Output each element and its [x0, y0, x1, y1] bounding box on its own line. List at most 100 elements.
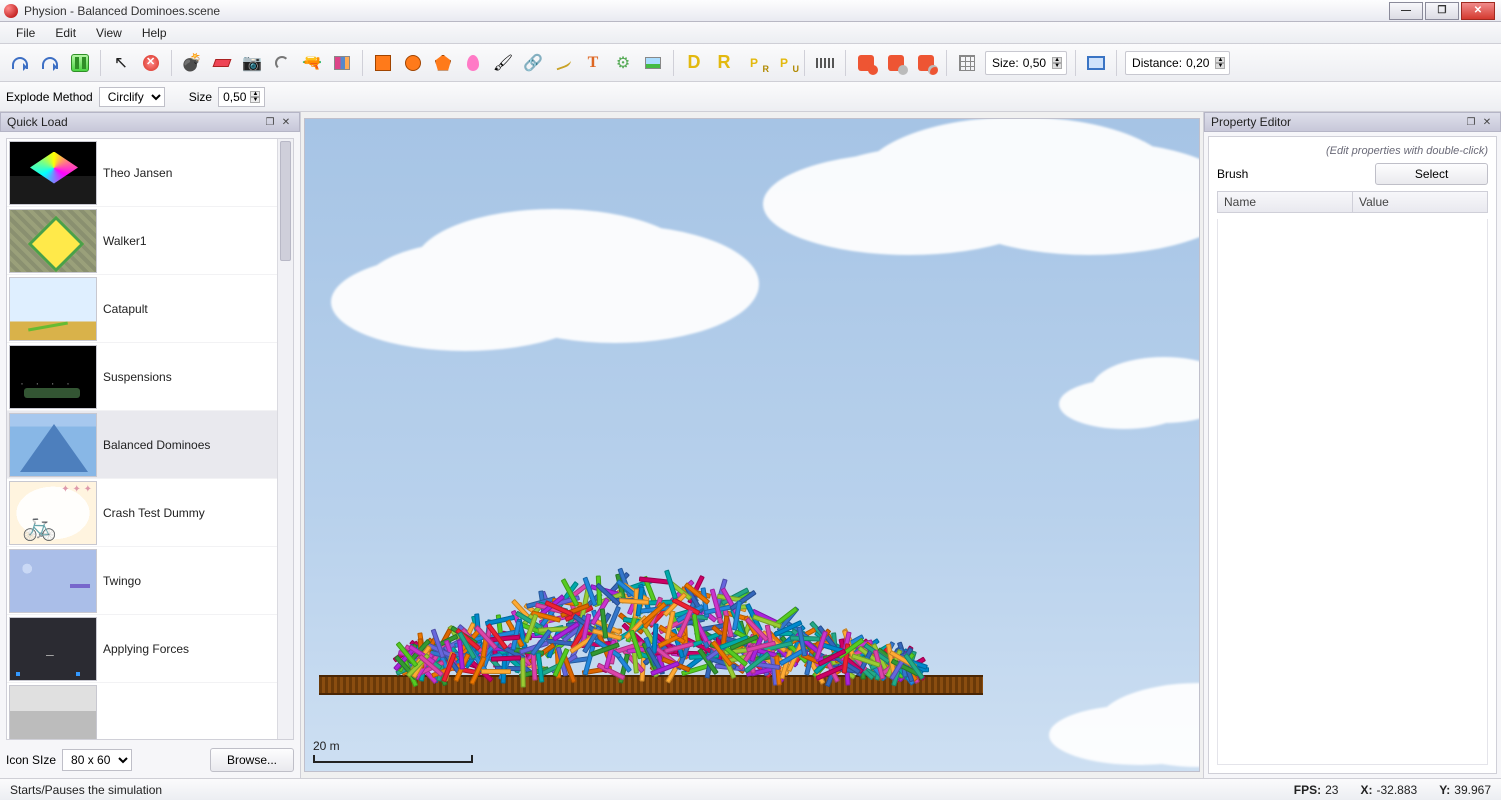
image-tool[interactable] — [639, 49, 667, 77]
maximize-button[interactable]: ❐ — [1425, 2, 1459, 20]
iconsize-select[interactable]: 80 x 60 — [62, 749, 132, 771]
status-fps: FPS:23 — [1294, 783, 1339, 797]
scene-viewport[interactable]: 20 m — [304, 118, 1200, 772]
cloud-decoration — [365, 239, 625, 329]
brush-select-button[interactable]: Select — [1375, 163, 1488, 185]
quick-load-undock[interactable]: ❐ — [263, 115, 277, 129]
property-editor-panel: Property Editor ❐ ✕ (Edit properties wit… — [1203, 112, 1501, 778]
brush-tool[interactable]: 🖌 — [489, 49, 517, 77]
quick-load-thumb — [9, 277, 97, 341]
circle-tool[interactable] — [399, 49, 427, 77]
status-hint: Starts/Pauses the simulation — [10, 783, 162, 797]
pr-button[interactable]: PR — [740, 49, 768, 77]
bomb-tool[interactable]: 💣 — [178, 49, 206, 77]
explode-size-value: 0,50 — [223, 90, 246, 104]
property-table-body — [1217, 219, 1488, 765]
cloud-decoration — [809, 145, 1089, 235]
app-icon — [4, 4, 18, 18]
quick-load-item[interactable]: Walker1 — [7, 207, 277, 275]
cloud-decoration — [1059, 379, 1189, 429]
arc-tool[interactable] — [268, 49, 296, 77]
window-titlebar: Physion - Balanced Dominoes.scene — ❐ ✕ — [0, 0, 1501, 22]
menu-edit[interactable]: Edit — [45, 24, 86, 42]
quick-load-item[interactable] — [7, 683, 277, 739]
screen-button[interactable] — [1082, 49, 1110, 77]
close-button[interactable]: ✕ — [1461, 2, 1495, 20]
property-col-value: Value — [1353, 192, 1487, 212]
quick-load-item[interactable]: Catapult — [7, 275, 277, 343]
quick-load-item[interactable]: Twingo — [7, 547, 277, 615]
csg-intersect[interactable] — [912, 49, 940, 77]
quick-load-thumb — [9, 345, 97, 409]
play-pause-button[interactable] — [66, 49, 94, 77]
distance-box[interactable]: Distance: 0,20 ▲▼ — [1125, 51, 1230, 75]
menu-help[interactable]: Help — [132, 24, 177, 42]
quick-load-item[interactable]: Crash Test Dummy — [7, 479, 277, 547]
csg-diff[interactable] — [882, 49, 910, 77]
explode-method-select[interactable]: Circlify — [99, 87, 165, 107]
quick-load-label: Walker1 — [103, 234, 147, 248]
quick-load-list: Theo Jansen Walker1 CatapultSuspensions Bal… — [6, 138, 294, 740]
rope-tool[interactable] — [549, 49, 577, 77]
rectangle-tool[interactable] — [369, 49, 397, 77]
eraser-tool[interactable] — [208, 49, 236, 77]
distance-spinner[interactable]: ▲▼ — [1215, 57, 1225, 69]
minimize-button[interactable]: — — [1389, 2, 1423, 20]
browse-button[interactable]: Browse... — [210, 748, 294, 772]
grid-toggle[interactable] — [953, 49, 981, 77]
property-editor-hint: (Edit properties with double-click) — [1217, 145, 1488, 157]
camera-tool[interactable]: 📷 — [238, 49, 266, 77]
quick-load-thumb — [9, 617, 97, 681]
brush-label: Brush — [1217, 167, 1248, 181]
delete-tool[interactable] — [137, 49, 165, 77]
quick-load-item[interactable]: Balanced Dominoes — [7, 411, 277, 479]
polygon-tool[interactable] — [429, 49, 457, 77]
property-editor-header: Property Editor ❐ ✕ — [1204, 112, 1501, 132]
d-button[interactable]: D — [680, 49, 708, 77]
select-tool[interactable]: ↖ — [107, 49, 135, 77]
window-title: Physion - Balanced Dominoes.scene — [24, 4, 220, 18]
gear-tool[interactable]: ⚙ — [609, 49, 637, 77]
quick-load-item[interactable]: Suspensions — [7, 343, 277, 411]
csg-union[interactable] — [852, 49, 880, 77]
status-x: X:-32.883 — [1360, 783, 1417, 797]
quick-load-thumb — [9, 481, 97, 545]
quick-load-item[interactable]: Theo Jansen — [7, 139, 277, 207]
distance-value: 0,20 — [1186, 56, 1209, 70]
quick-load-thumb — [9, 209, 97, 273]
grid-size-box[interactable]: Size: 0,50 ▲▼ — [985, 51, 1067, 75]
explode-label: Explode Method — [6, 90, 93, 104]
quick-load-title: Quick Load — [7, 115, 68, 129]
quick-load-header: Quick Load ❐ ✕ — [0, 112, 300, 132]
r-button[interactable]: R — [710, 49, 738, 77]
grid-size-spinner[interactable]: ▲▼ — [1052, 57, 1062, 69]
spring-tool[interactable] — [811, 49, 839, 77]
quick-load-scrollbar[interactable] — [277, 139, 293, 739]
menu-view[interactable]: View — [86, 24, 132, 42]
quick-load-thumb — [9, 413, 97, 477]
quick-load-close[interactable]: ✕ — [279, 115, 293, 129]
redo-button[interactable] — [36, 49, 64, 77]
menu-bar: File Edit View Help — [0, 22, 1501, 44]
property-editor-undock[interactable]: ❐ — [1464, 115, 1478, 129]
grid-size-label: Size: — [992, 56, 1019, 70]
gun-tool[interactable]: 🔫 — [298, 49, 326, 77]
undo-button[interactable] — [6, 49, 34, 77]
quick-load-panel: Quick Load ❐ ✕ Theo Jansen Walker1 Catapul… — [0, 112, 301, 778]
grid-size-value: 0,50 — [1023, 56, 1046, 70]
text-tool[interactable]: T — [579, 49, 607, 77]
explode-size-spinbox[interactable]: 0,50 ▲▼ — [218, 87, 265, 107]
property-editor-close[interactable]: ✕ — [1480, 115, 1494, 129]
scale-bar: 20 m — [313, 739, 473, 763]
quick-load-item[interactable]: Applying Forces — [7, 615, 277, 683]
explode-size-label: Size — [189, 90, 212, 104]
distance-label: Distance: — [1132, 56, 1182, 70]
balloon-tool[interactable] — [459, 49, 487, 77]
quick-load-label: Balanced Dominoes — [103, 438, 210, 452]
chain-tool[interactable]: 🔗 — [519, 49, 547, 77]
chart-tool[interactable] — [328, 49, 356, 77]
pu-button[interactable]: PU — [770, 49, 798, 77]
quick-load-label: Theo Jansen — [103, 166, 172, 180]
cloud-decoration — [1049, 705, 1200, 765]
menu-file[interactable]: File — [6, 24, 45, 42]
